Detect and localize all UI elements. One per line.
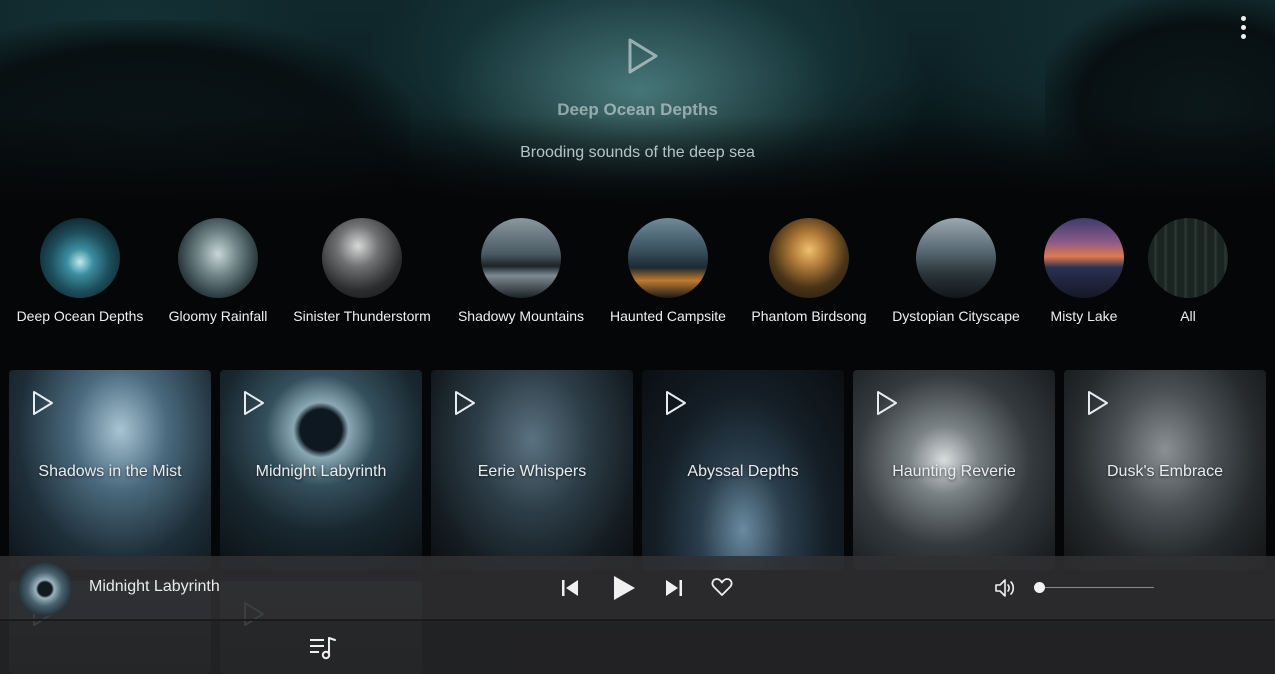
category-label: Phantom Birdsong [751, 308, 867, 324]
category-thumbnail [40, 218, 120, 298]
skip-previous-icon[interactable] [560, 578, 580, 598]
volume-slider-track[interactable] [1038, 587, 1154, 588]
play-icon[interactable] [453, 390, 477, 416]
category-thumbnail [322, 218, 402, 298]
track-card[interactable]: Midnight Labyrinth [220, 370, 422, 570]
hero-banner: Deep Ocean Depths Brooding sounds of the… [0, 0, 1275, 205]
category-shadowy-mountains[interactable]: Shadowy Mountains [441, 218, 601, 324]
player-bar: Midnight Labyrinth [0, 556, 1275, 621]
category-label: Haunted Campsite [610, 308, 726, 324]
play-icon[interactable] [611, 574, 637, 602]
category-phantom-birdsong[interactable]: Phantom Birdsong [729, 218, 889, 324]
category-thumbnail [769, 218, 849, 298]
now-playing-title: Midnight Labyrinth [89, 578, 220, 595]
hero-title: Deep Ocean Depths [557, 100, 718, 119]
category-label: Shadowy Mountains [457, 308, 585, 324]
track-title: Haunting Reverie [892, 463, 1016, 480]
bottom-toolbar [0, 621, 1275, 674]
track-card[interactable]: Shadows in the Mist [9, 370, 211, 570]
category-thumbnail [1148, 218, 1228, 298]
hero-play-icon[interactable] [622, 36, 662, 76]
track-card[interactable]: Eerie Whispers [431, 370, 633, 570]
track-title: Abyssal Depths [687, 463, 799, 480]
now-playing-artwork[interactable] [18, 562, 72, 616]
category-label: Deep Ocean Depths [16, 308, 144, 324]
category-thumbnail [178, 218, 258, 298]
play-icon[interactable] [875, 390, 899, 416]
heart-icon[interactable] [711, 577, 733, 597]
category-haunted-campsite[interactable]: Haunted Campsite [588, 218, 748, 324]
category-thumbnail [916, 218, 996, 298]
track-title: Eerie Whispers [477, 463, 587, 480]
skip-next-icon[interactable] [664, 578, 684, 598]
play-icon[interactable] [664, 390, 688, 416]
track-title: Shadows in the Mist [38, 463, 182, 480]
category-gloomy-rainfall[interactable]: Gloomy Rainfall [138, 218, 298, 324]
category-deep-ocean-depths[interactable]: Deep Ocean Depths [0, 218, 160, 324]
track-card[interactable]: Abyssal Depths [642, 370, 844, 570]
category-label: All [1180, 308, 1196, 324]
volume-icon[interactable] [994, 577, 1016, 599]
queue-music-icon[interactable] [308, 634, 338, 662]
category-all[interactable]: All [1108, 218, 1268, 324]
track-card[interactable]: Haunting Reverie [853, 370, 1055, 570]
category-sinister-thunderstorm[interactable]: Sinister Thunderstorm [282, 218, 442, 324]
track-title: Midnight Labyrinth [255, 463, 387, 480]
category-label: Gloomy Rainfall [168, 308, 268, 324]
play-icon[interactable] [31, 390, 55, 416]
track-title: Dusk's Embrace [1107, 463, 1223, 480]
play-icon[interactable] [1086, 390, 1110, 416]
track-card[interactable]: Dusk's Embrace [1064, 370, 1266, 570]
volume-slider-handle[interactable] [1034, 582, 1045, 593]
play-icon[interactable] [242, 390, 266, 416]
category-thumbnail [481, 218, 561, 298]
hero-subtitle: Brooding sounds of the deep sea [520, 144, 755, 161]
category-label: Sinister Thunderstorm [293, 308, 431, 324]
more-vertical-icon[interactable] [1232, 14, 1256, 42]
category-thumbnail [628, 218, 708, 298]
